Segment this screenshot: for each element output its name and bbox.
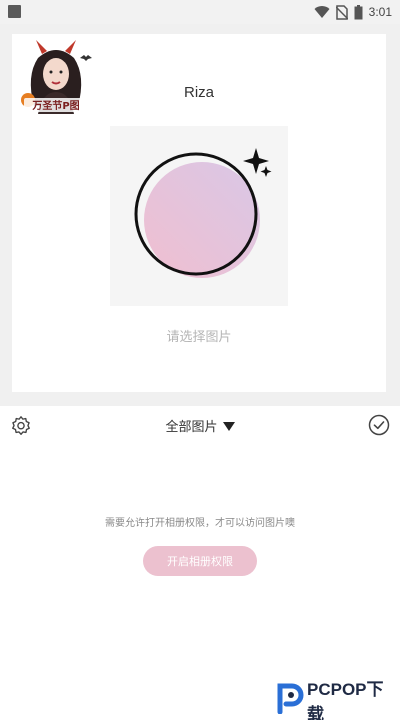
watermark: PCPOP下载 (276, 680, 398, 720)
sparkle-icon (243, 148, 272, 177)
status-time: 3:01 (368, 5, 392, 19)
settings-icon[interactable] (10, 415, 32, 437)
pcpop-logo-icon (276, 682, 304, 718)
album-dropdown[interactable]: 全部图片 (165, 416, 235, 435)
avatar[interactable]: 万圣节P图 (16, 36, 96, 114)
status-bar: 3:01 (0, 0, 400, 24)
dropdown-triangle-icon (222, 416, 235, 435)
notification-icon (8, 5, 21, 18)
choose-image-hint[interactable]: 请选择图片 (12, 326, 386, 345)
album-toolbar: 全部图片 (0, 406, 400, 444)
album-select-wrapper: 全部图片 (0, 406, 400, 444)
wifi-icon (314, 5, 330, 19)
permission-message: 需要允许打开相册权限，才可以访问图片噢 (105, 518, 295, 529)
watermark-text: PCPOP下载 (307, 680, 384, 720)
nickname: Riza (183, 84, 214, 101)
editor-panel: 万圣节P图 Riza 请选择图片 (0, 24, 400, 406)
status-icons: 3:01 (314, 3, 392, 21)
no-sim-icon (335, 4, 348, 20)
album-label: 全部图片 (165, 419, 218, 435)
preview-card: 万圣节P图 Riza 请选择图片 (12, 34, 386, 392)
image-preview[interactable] (110, 126, 288, 306)
battery-icon (354, 4, 363, 20)
check-circle-icon[interactable] (368, 414, 390, 436)
open-album-permission-button[interactable]: 开启相册权限 (143, 546, 257, 576)
